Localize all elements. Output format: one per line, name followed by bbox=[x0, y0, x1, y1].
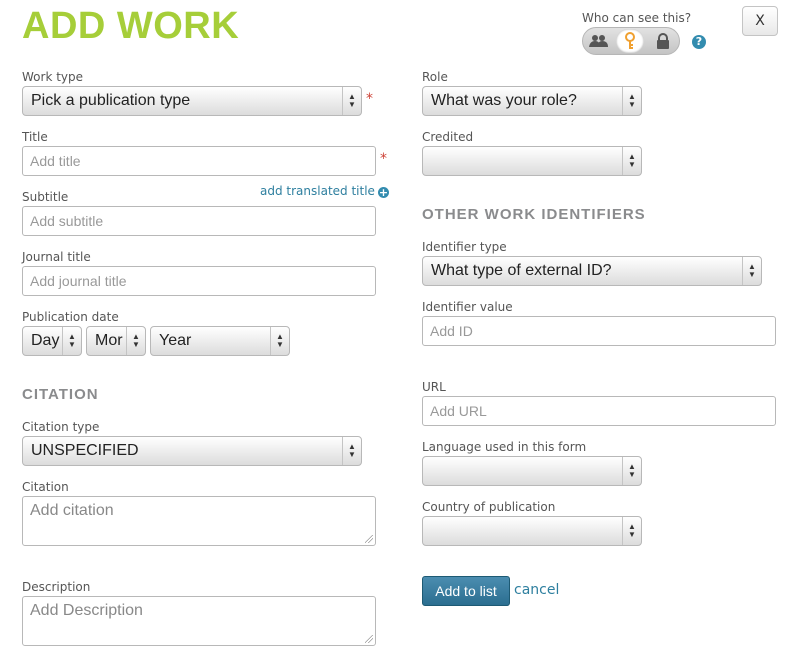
visibility-everyone-option[interactable] bbox=[585, 29, 613, 53]
year-value: Year bbox=[159, 332, 192, 349]
day-select[interactable]: Day ▲ ▼ bbox=[22, 326, 82, 356]
resize-handle-icon[interactable] bbox=[365, 535, 373, 543]
add-translated-title-link[interactable]: add translated title + bbox=[260, 184, 389, 198]
identifiers-section-heading: OTHER WORK IDENTIFIERS bbox=[422, 206, 646, 223]
role-label: Role bbox=[422, 70, 448, 84]
visibility-trusted-option[interactable] bbox=[616, 29, 644, 53]
select-arrows-icon: ▲ ▼ bbox=[342, 87, 361, 115]
page-title: ADD WORK bbox=[22, 5, 240, 47]
identifier-type-label: Identifier type bbox=[422, 240, 507, 254]
select-arrows-icon: ▲ ▼ bbox=[622, 517, 641, 545]
select-arrows-icon: ▲ ▼ bbox=[742, 257, 761, 285]
select-arrows-icon: ▲ ▼ bbox=[622, 147, 641, 175]
select-arrows-icon: ▲ ▼ bbox=[622, 87, 641, 115]
publication-date-label: Publication date bbox=[22, 310, 119, 324]
select-arrows-icon: ▲ ▼ bbox=[270, 327, 289, 355]
description-placeholder: Add Description bbox=[30, 602, 143, 619]
work-type-label: Work type bbox=[22, 70, 84, 84]
year-select[interactable]: Year ▲ ▼ bbox=[150, 326, 290, 356]
subtitle-label: Subtitle bbox=[22, 190, 69, 204]
title-input[interactable]: Add title bbox=[22, 146, 376, 176]
description-label: Description bbox=[22, 580, 91, 594]
citation-type-label: Citation type bbox=[22, 420, 100, 434]
resize-handle-icon[interactable] bbox=[365, 635, 373, 643]
title-label: Title bbox=[22, 130, 48, 144]
role-value: What was your role? bbox=[431, 92, 577, 109]
citation-textarea[interactable]: Add citation bbox=[22, 496, 376, 546]
citation-type-select[interactable]: UNSPECIFIED ▲ ▼ bbox=[22, 436, 362, 466]
month-select[interactable]: Mor ▲ ▼ bbox=[86, 326, 146, 356]
language-label: Language used in this form bbox=[422, 440, 587, 454]
identifier-value-input[interactable]: Add ID bbox=[422, 316, 776, 346]
plus-circle-icon: + bbox=[377, 186, 389, 199]
visibility-private-option[interactable] bbox=[649, 29, 677, 53]
description-textarea[interactable]: Add Description bbox=[22, 596, 376, 646]
country-select[interactable]: ▲ ▼ bbox=[422, 516, 642, 546]
close-button[interactable]: X bbox=[742, 6, 778, 36]
identifier-type-select[interactable]: What type of external ID? ▲ ▼ bbox=[422, 256, 762, 286]
credited-select[interactable]: ▲ ▼ bbox=[422, 146, 642, 176]
citation-label: Citation bbox=[22, 480, 69, 494]
select-arrows-icon: ▲ ▼ bbox=[126, 327, 145, 355]
select-arrows-icon: ▲ ▼ bbox=[622, 457, 641, 485]
visibility-label: Who can see this? bbox=[582, 11, 692, 25]
cancel-link[interactable]: cancel bbox=[514, 582, 559, 598]
add-translated-title-text: add translated title bbox=[260, 184, 375, 198]
role-select[interactable]: What was your role? ▲ ▼ bbox=[422, 86, 642, 116]
day-value: Day bbox=[31, 332, 60, 349]
group-icon bbox=[589, 35, 608, 47]
select-arrows-icon: ▲ ▼ bbox=[342, 437, 361, 465]
privacy-toggle bbox=[582, 27, 680, 55]
question-icon[interactable]: ? bbox=[692, 35, 706, 49]
work-type-value: Pick a publication type bbox=[31, 92, 191, 109]
work-type-select[interactable]: Pick a publication type ▲ ▼ bbox=[22, 86, 362, 116]
citation-section-heading: CITATION bbox=[22, 386, 99, 403]
journal-title-label: Journal title bbox=[22, 250, 91, 264]
identifier-value-label: Identifier value bbox=[422, 300, 513, 314]
identifier-type-value: What type of external ID? bbox=[431, 262, 612, 279]
select-arrows-icon: ▲ ▼ bbox=[62, 327, 81, 355]
journal-title-input[interactable]: Add journal title bbox=[22, 266, 376, 296]
citation-type-value: UNSPECIFIED bbox=[31, 442, 139, 459]
subtitle-input[interactable]: Add subtitle bbox=[22, 206, 376, 236]
language-select[interactable]: ▲ ▼ bbox=[422, 456, 642, 486]
required-marker: * bbox=[380, 151, 387, 167]
citation-placeholder: Add citation bbox=[30, 502, 114, 519]
url-label: URL bbox=[422, 380, 446, 394]
add-to-list-button[interactable]: Add to list bbox=[422, 576, 510, 606]
required-marker: * bbox=[366, 91, 373, 107]
country-label: Country of publication bbox=[422, 500, 556, 514]
url-input[interactable]: Add URL bbox=[422, 396, 776, 426]
credited-label: Credited bbox=[422, 130, 474, 144]
month-value: Mor bbox=[95, 332, 123, 349]
key-icon bbox=[625, 32, 635, 49]
lock-icon bbox=[657, 33, 669, 49]
